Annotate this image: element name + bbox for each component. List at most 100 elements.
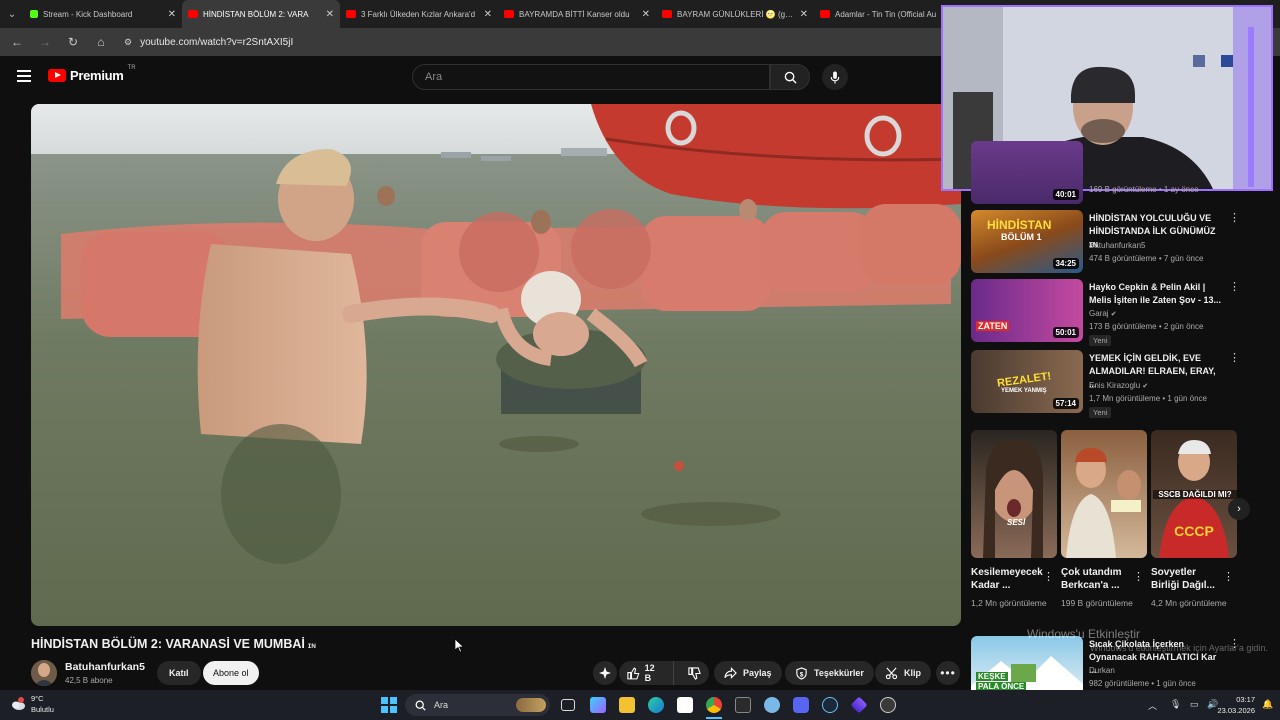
subscribe-button[interactable]: Abone ol (203, 661, 259, 685)
more-options-icon[interactable]: ⋮ (1229, 282, 1240, 293)
menu-icon[interactable] (17, 70, 31, 82)
channel-name: Durkan (1089, 666, 1115, 675)
video-meta: 982 görüntüleme • 1 gün önce (1089, 679, 1196, 688)
search-button[interactable] (770, 64, 810, 90)
close-tab-icon[interactable]: ✕ (800, 9, 808, 20)
steam-icon[interactable] (822, 697, 838, 713)
system-clock[interactable]: 03:17 23.03.2026 (1217, 694, 1255, 716)
tab-search-icon[interactable]: ⌄ (0, 0, 24, 28)
short-thumbnail (1061, 430, 1147, 558)
join-button[interactable]: Katıl (157, 661, 201, 685)
taskbar-search[interactable]: Ara (405, 694, 550, 716)
video-title: HİNDİSTAN BÖLÜM 2: VARANASİ VE MUMBAİ ɪɴ (31, 637, 316, 651)
task-view-icon[interactable] (561, 699, 575, 711)
microphone-icon[interactable]: 🎙 (1170, 699, 1181, 710)
reload-icon[interactable]: ↻ (64, 35, 82, 49)
url-field[interactable]: ⚙ youtube.com/watch?v=r2SntAXI5jI (124, 31, 293, 53)
voice-search-button[interactable] (822, 64, 848, 90)
search-highlight-icon (516, 698, 546, 712)
video-duration: 50:01 (1052, 327, 1079, 338)
weather-description: Bulutlu (31, 705, 54, 714)
browser-tab[interactable]: Stream - Kick Dashboard ✕ (24, 0, 182, 28)
ai-sparkle-button[interactable] (593, 661, 617, 685)
subscriber-count: 42,5 B abone (65, 676, 113, 685)
youtube-header: Premium TR Ara (0, 56, 960, 100)
share-button[interactable]: Paylaş (714, 661, 782, 685)
more-options-icon[interactable]: ⋮ (1043, 570, 1054, 583)
edge-icon[interactable] (648, 697, 664, 713)
forward-icon[interactable]: → (36, 35, 54, 49)
obs-icon[interactable] (735, 697, 751, 713)
short-thumbnail: CCCP SSCB DAĞILDI MI? (1151, 430, 1237, 558)
youtube-premium-logo[interactable]: Premium TR (48, 64, 136, 83)
close-tab-icon[interactable]: ✕ (168, 9, 176, 20)
thanks-button[interactable]: $ Teşekkürler (785, 661, 874, 685)
display-icon[interactable]: ▭ (1190, 699, 1199, 710)
close-tab-icon[interactable]: ✕ (484, 9, 492, 20)
tab-title: BAYRAMDA BİTTİ Kanser oldu (519, 9, 630, 19)
home-icon[interactable]: ⌂ (92, 35, 110, 49)
video-meta: 1,7 Mn görüntüleme • 1 gün önce (1089, 394, 1207, 403)
file-explorer-icon[interactable] (619, 697, 635, 713)
back-icon[interactable]: ← (8, 35, 26, 49)
site-info-icon[interactable]: ⚙ (124, 37, 132, 48)
temperature: 9°C (31, 694, 44, 703)
recommendation-item[interactable]: 40:01 169 B görüntüleme • 1 ay önce (971, 141, 1251, 204)
short-title: Kesilemeyecek Kadar ... (971, 567, 1043, 591)
recording-app-icon[interactable] (880, 697, 896, 713)
clock-date: 23.03.2026 (1217, 706, 1255, 715)
dislike-button[interactable] (680, 661, 709, 685)
video-player[interactable] (31, 104, 961, 626)
discord-icon[interactable] (793, 697, 809, 713)
chrome-icon[interactable] (706, 697, 722, 713)
browser-tab[interactable]: 3 Farklı Ülkeden Kızlar Ankara'd ✕ (340, 0, 498, 28)
logo-region: TR (127, 64, 136, 71)
short-views: 199 B görüntüleme (1061, 598, 1133, 608)
tab-title: BAYRAM GÜNLÜKLERİ 🌝 (go k (677, 9, 795, 19)
channel-name-text: Garaj (1089, 309, 1109, 318)
search-placeholder: Ara (425, 71, 443, 83)
show-hidden-icons[interactable]: ︿ (1148, 699, 1157, 712)
like-button[interactable]: 12 B (619, 661, 674, 685)
close-tab-icon[interactable]: ✕ (326, 9, 334, 20)
settings-gear-icon[interactable] (764, 697, 780, 713)
search-input[interactable]: Ara (412, 64, 770, 90)
svg-text:CCCP: CCCP (1174, 523, 1214, 539)
youtube-icon (820, 10, 830, 18)
tab-title: HİNDİSTAN BÖLÜM 2: VARA (203, 9, 309, 19)
thumbnail-text: KEŞKE (976, 672, 1008, 681)
recommendation-item[interactable]: REZALET! YEMEK YANMIŞ 57:14 YEMEK İÇİN G… (971, 350, 1251, 418)
channel-name[interactable]: Batuhanfurkan5 (65, 661, 145, 673)
video-meta: 169 B görüntüleme • 1 ay önce (1089, 185, 1199, 194)
more-options-icon[interactable]: ⋮ (1229, 353, 1240, 364)
notifications-icon[interactable]: 🔔 (1262, 699, 1273, 710)
video-thumbnail: HİNDİSTAN BÖLÜM 1 34:25 (971, 210, 1083, 273)
thumbnail-text: REZALET! (996, 370, 1052, 390)
browser-tab[interactable]: BAYRAMDA BİTTİ Kanser oldu ✕ (498, 0, 656, 28)
channel-avatar[interactable] (31, 660, 57, 686)
video-frame (31, 104, 961, 626)
more-options-icon[interactable]: ⋮ (1229, 213, 1240, 224)
video-thumbnail: KEŞKE PALA ÖNCE (971, 636, 1083, 690)
recommendation-item[interactable]: ZATEN 50:01 Hayko Cepkin & Pelin Akil | … (971, 279, 1251, 346)
more-actions-button[interactable]: ••• (936, 661, 960, 685)
youtube-icon (346, 10, 356, 18)
short-views: 1,2 Mn görüntüleme (971, 598, 1047, 608)
browser-tab[interactable]: BAYRAM GÜNLÜKLERİ 🌝 (go k ✕ (656, 0, 814, 28)
thumbs-up-icon (627, 666, 640, 679)
start-button[interactable] (381, 697, 397, 713)
store-icon[interactable] (677, 697, 693, 713)
microphone-icon (830, 70, 840, 84)
clip-button[interactable]: Klip (875, 661, 931, 685)
more-options-icon[interactable]: ⋮ (1133, 570, 1144, 583)
recommendation-item[interactable]: HİNDİSTAN BÖLÜM 1 34:25 HİNDİSTAN YOLCUL… (971, 210, 1251, 273)
gem-app-icon[interactable] (850, 696, 868, 714)
short-overlay-text: SESİ (1007, 518, 1026, 527)
browser-tab[interactable]: HİNDİSTAN BÖLÜM 2: VARA ✕ (182, 0, 340, 28)
tab-list: Stream - Kick Dashboard ✕ HİNDİSTAN BÖLÜM … (24, 0, 972, 28)
shorts-next-button[interactable]: › (1228, 498, 1250, 520)
copilot-icon[interactable] (590, 697, 606, 713)
weather-widget[interactable]: 9°C Bulutlu (10, 693, 54, 715)
more-options-icon[interactable]: ⋮ (1223, 570, 1234, 583)
close-tab-icon[interactable]: ✕ (642, 9, 650, 20)
